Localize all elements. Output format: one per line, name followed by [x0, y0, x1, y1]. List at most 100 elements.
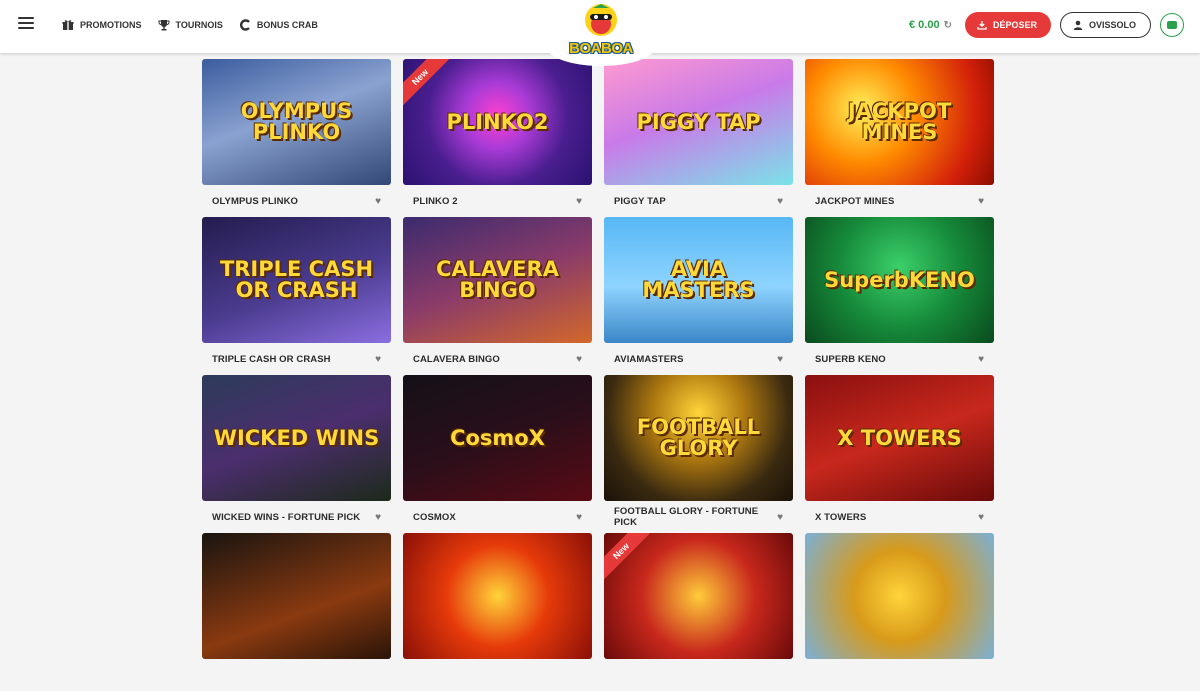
gift-icon [62, 20, 74, 30]
game-card[interactable]: TRIPLE CASH OR CRASH TRIPLE CASH OR CRASH… [202, 217, 391, 375]
game-name: SUPERB KENO [815, 353, 886, 365]
game-card[interactable]: PIGGY TAP PIGGY TAP ♥ [604, 59, 793, 217]
game-thumbnail[interactable]: X TOWERS [805, 375, 994, 501]
game-art-title: PIGGY TAP [636, 109, 761, 134]
game-caption: PIGGY TAP ♥ [604, 185, 793, 217]
menu-icon[interactable] [18, 17, 34, 31]
game-art-title: SuperbKENO [824, 267, 975, 292]
nav-bonus-crab[interactable]: BONUS CRAB [239, 19, 318, 31]
main-nav: PROMOTIONS TOURNOIS BONUS CRAB [62, 0, 318, 50]
game-art-title: AVIA MASTERS [642, 257, 755, 302]
download-icon [977, 21, 987, 30]
favorite-heart-icon[interactable]: ♥ [375, 512, 381, 523]
game-thumbnail[interactable] [805, 533, 994, 659]
chat-icon[interactable] [1160, 13, 1184, 37]
game-name: CALAVERA BINGO [413, 353, 500, 365]
favorite-heart-icon[interactable]: ♥ [375, 196, 381, 207]
game-thumbnail[interactable]: PIGGY TAP [604, 59, 793, 185]
game-card[interactable]: WICKED WINS WICKED WINS - FORTUNE PICK ♥ [202, 375, 391, 533]
game-art-title: X TOWERS [837, 425, 962, 450]
game-card[interactable]: X TOWERS X TOWERS ♥ [805, 375, 994, 533]
game-name: TRIPLE CASH OR CRASH [212, 353, 331, 365]
game-thumbnail[interactable]: TRIPLE CASH OR CRASH [202, 217, 391, 343]
game-thumbnail[interactable] [202, 533, 391, 659]
favorite-heart-icon[interactable]: ♥ [576, 512, 582, 523]
game-card[interactable]: CosmoX COSMOX ♥ [403, 375, 592, 533]
game-card[interactable]: AVIA MASTERS AVIAMASTERS ♥ [604, 217, 793, 375]
game-caption [202, 659, 391, 691]
game-card[interactable]: JACKPOT MINES JACKPOT MINES ♥ [805, 59, 994, 217]
favorite-heart-icon[interactable]: ♥ [777, 512, 783, 523]
deposit-button[interactable]: DÉPOSER [964, 12, 1051, 38]
nav-promotions[interactable]: PROMOTIONS [62, 19, 142, 31]
favorite-heart-icon[interactable]: ♥ [978, 354, 984, 365]
logo[interactable]: BOABOA [546, 0, 656, 70]
favorite-heart-icon[interactable]: ♥ [576, 354, 582, 365]
game-thumbnail[interactable]: OLYMPUS PLINKO [202, 59, 391, 185]
user-account-button[interactable]: OVISSOLO [1059, 12, 1151, 38]
user-name: OVISSOLO [1088, 20, 1136, 30]
logo-text: BOABOA [569, 40, 633, 57]
game-name: X TOWERS [815, 511, 867, 523]
game-card[interactable]: New [604, 533, 793, 691]
game-thumbnail[interactable]: CosmoX [403, 375, 592, 501]
game-art-title: WICKED WINS [213, 425, 380, 450]
balance-display: € 0.00 ↻ [909, 19, 952, 31]
game-card[interactable]: SuperbKENO SUPERB KENO ♥ [805, 217, 994, 375]
game-art-title: TRIPLE CASH OR CRASH [219, 257, 374, 302]
game-thumbnail[interactable]: AVIA MASTERS [604, 217, 793, 343]
game-thumbnail[interactable] [403, 533, 592, 659]
game-name: WICKED WINS - FORTUNE PICK [212, 511, 361, 523]
game-card[interactable]: FOOTBALL GLORY FOOTBALL GLORY - FORTUNE P… [604, 375, 793, 533]
game-name: FOOTBALL GLORY - FORTUNE PICK [614, 506, 759, 528]
mascot-icon [585, 4, 617, 36]
game-caption: TRIPLE CASH OR CRASH ♥ [202, 343, 391, 375]
game-thumbnail[interactable]: New [604, 533, 793, 659]
favorite-heart-icon[interactable]: ♥ [375, 354, 381, 365]
game-caption [604, 659, 793, 691]
crab-c-icon [239, 19, 250, 31]
game-art-title: JACKPOT MINES [847, 99, 952, 144]
game-card[interactable]: PLINKO2 New PLINKO 2 ♥ [403, 59, 592, 217]
game-thumbnail[interactable]: PLINKO2 New [403, 59, 592, 185]
game-caption: JACKPOT MINES ♥ [805, 185, 994, 217]
favorite-heart-icon[interactable]: ♥ [978, 196, 984, 207]
game-card[interactable] [403, 533, 592, 691]
game-card[interactable] [202, 533, 391, 691]
game-caption: CALAVERA BINGO ♥ [403, 343, 592, 375]
nav-tournois-label: TOURNOIS [175, 20, 223, 30]
game-thumbnail[interactable]: FOOTBALL GLORY [604, 375, 793, 501]
nav-bonus-crab-label: BONUS CRAB [256, 20, 318, 30]
balance-value: € 0.00 [908, 19, 940, 31]
game-art-title: PLINKO2 [446, 109, 549, 134]
favorite-heart-icon[interactable]: ♥ [978, 512, 984, 523]
game-name: PLINKO 2 [413, 195, 458, 207]
game-art-title: CosmoX [450, 425, 545, 450]
game-thumbnail[interactable]: CALAVERA BINGO [403, 217, 592, 343]
games-grid: OLYMPUS PLINKO OLYMPUS PLINKO ♥ PLINKO2 New P… [202, 59, 997, 691]
trophy-icon [158, 20, 170, 31]
header-actions: € 0.00 ↻ DÉPOSER OVISSOLO [909, 12, 1184, 38]
nav-promotions-label: PROMOTIONS [80, 20, 142, 30]
refresh-icon[interactable]: ↻ [944, 20, 952, 31]
game-card[interactable] [805, 533, 994, 691]
game-art-title: FOOTBALL GLORY [636, 415, 761, 460]
game-caption: FOOTBALL GLORY - FORTUNE PICK ♥ [604, 501, 793, 533]
game-card[interactable]: OLYMPUS PLINKO OLYMPUS PLINKO ♥ [202, 59, 391, 217]
game-caption: OLYMPUS PLINKO ♥ [202, 185, 391, 217]
game-name: PIGGY TAP [614, 195, 666, 207]
game-name: AVIAMASTERS [614, 353, 684, 365]
favorite-heart-icon[interactable]: ♥ [777, 354, 783, 365]
game-card[interactable]: CALAVERA BINGO CALAVERA BINGO ♥ [403, 217, 592, 375]
game-name: OLYMPUS PLINKO [212, 195, 299, 207]
game-caption: SUPERB KENO ♥ [805, 343, 994, 375]
favorite-heart-icon[interactable]: ♥ [777, 196, 783, 207]
game-thumbnail[interactable]: SuperbKENO [805, 217, 994, 343]
new-badge: New [604, 533, 652, 582]
favorite-heart-icon[interactable]: ♥ [576, 196, 582, 207]
user-icon [1073, 20, 1083, 30]
game-thumbnail[interactable]: WICKED WINS [202, 375, 391, 501]
game-caption: WICKED WINS - FORTUNE PICK ♥ [202, 501, 391, 533]
nav-tournois[interactable]: TOURNOIS [158, 19, 223, 31]
game-thumbnail[interactable]: JACKPOT MINES [805, 59, 994, 185]
